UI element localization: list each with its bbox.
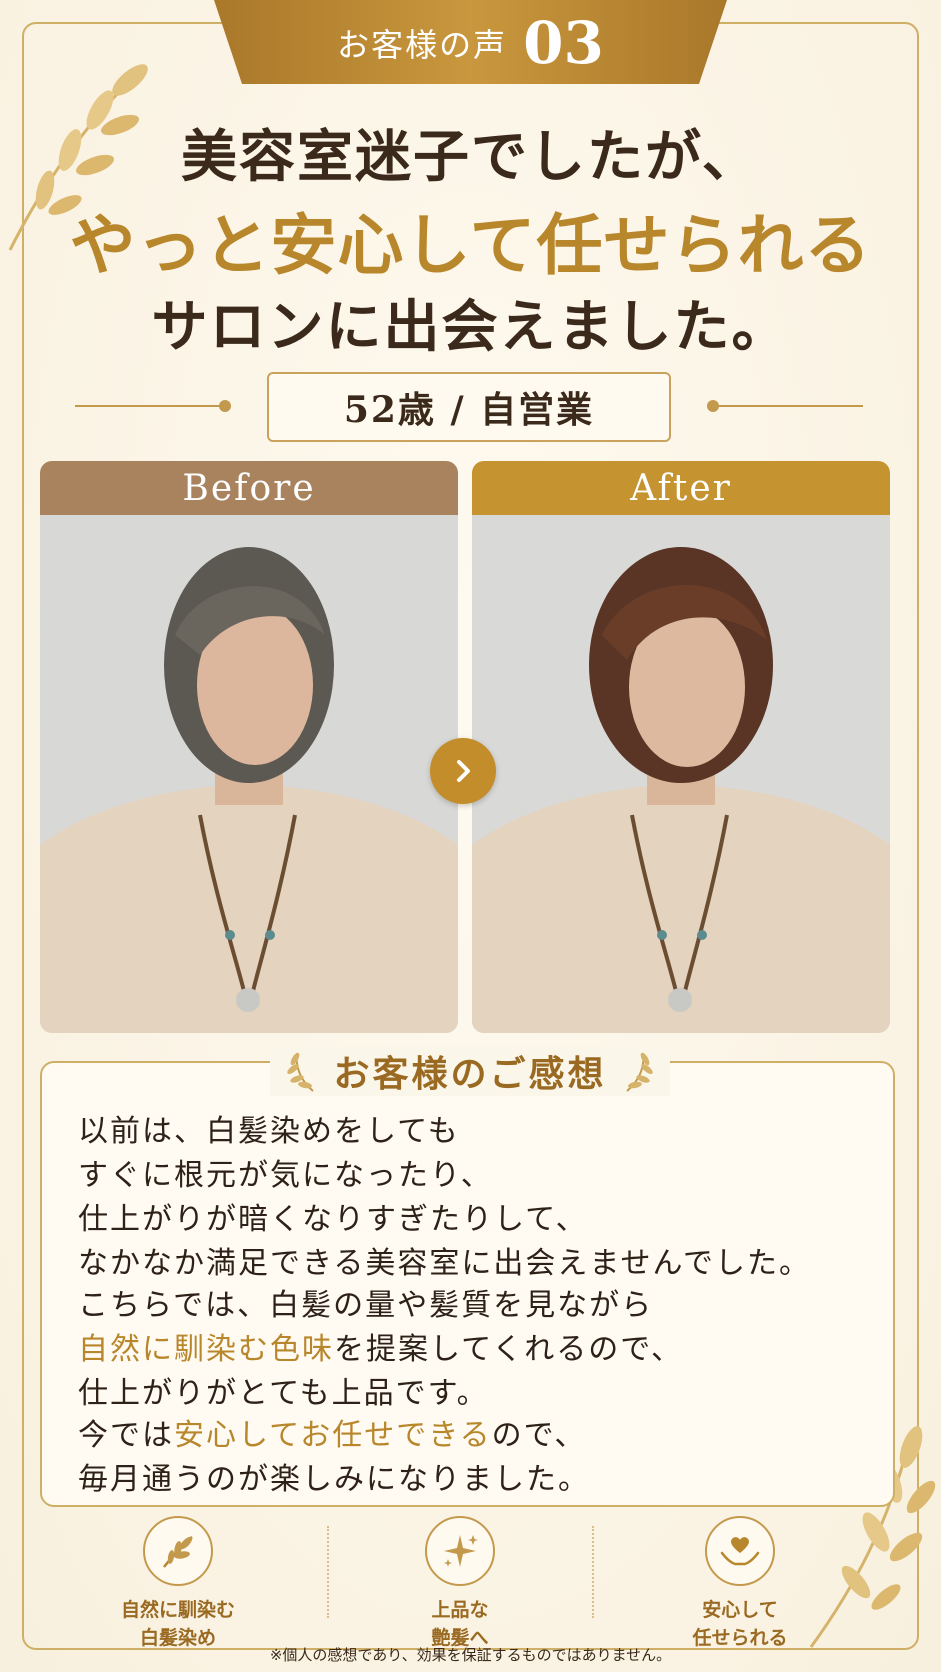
review-p2-line-3: 仕上がりがとても上品です。 <box>78 1376 489 1411</box>
review-paragraph-1: 以前は、白髪染めをしても すぐに根元が気になったり、 仕上がりが暗くなりすぎたり… <box>78 1110 878 1286</box>
divider-dot-left <box>219 400 231 412</box>
divider-line-left <box>75 405 225 407</box>
review-p2-line-1: こちらでは、白髪の量や髪質を見ながら <box>78 1288 654 1323</box>
feature-icon-circle <box>425 1516 495 1586</box>
review-p3-line-1-rest: ので、 <box>491 1418 587 1453</box>
before-photo-card: Before <box>40 461 458 1033</box>
review-p1-line: すぐに根元が気になったり、 <box>78 1158 493 1193</box>
after-photo <box>472 515 890 1033</box>
review-p1-line: 以前は、白髪染めをしても <box>78 1114 460 1149</box>
divider-line-right <box>713 405 863 407</box>
before-label: Before <box>40 461 458 515</box>
headline-line-1: 美容室迷子でしたが、 <box>181 124 760 190</box>
review-p1-line: 仕上がりが暗くなりすぎたりして、 <box>78 1202 588 1237</box>
after-label: After <box>472 461 890 515</box>
feature-trust: 安心して 任せられる <box>640 1516 840 1652</box>
after-photo-card: After <box>472 461 890 1033</box>
chevron-right-icon <box>457 760 470 782</box>
headline-line-2: やっと安心して任せられる <box>69 206 872 284</box>
review-p1-line: なかなか満足できる美容室に出会えませんでした。 <box>78 1246 811 1281</box>
testimonial-page: お客様の声 03 美容室迷子でしたが、 やっと安心して任せられる サロンに出会え… <box>0 0 941 1672</box>
feature-separator <box>592 1526 594 1618</box>
highlight-natural-color: 自然に馴染む色味 <box>78 1332 334 1367</box>
before-photo <box>40 515 458 1033</box>
laurel-right-icon <box>625 1052 653 1092</box>
heart-hands-icon <box>720 1537 760 1566</box>
feature-1-line-1: 自然に馴染む <box>120 1599 235 1621</box>
feature-icon-circle <box>143 1516 213 1586</box>
review-title: お客様のご感想 <box>333 1053 607 1095</box>
review-paragraph-2: こちらでは、白髪の量や髪質を見ながら 自然に馴染む色味を提案してくれるので、 仕… <box>78 1284 878 1416</box>
review-p3-line-1-pre: 今では <box>78 1418 174 1453</box>
feature-3-line-1: 安心して <box>702 1599 778 1621</box>
disclaimer: ※個人の感想であり、効果を保証するものではありません。 <box>269 1646 672 1664</box>
header-tab: お客様の声 03 <box>214 0 727 84</box>
profile-row: 52歳 / 自営業 <box>0 372 941 442</box>
next-arrow-button[interactable] <box>430 738 496 804</box>
headline-line-3: サロンに出会えました。 <box>151 294 790 360</box>
leaf-icon <box>163 1536 193 1568</box>
feature-2-line-1: 上品な <box>431 1599 489 1621</box>
review-p3-line-1: 今では安心してお任せできるので、 <box>78 1414 878 1458</box>
feature-icon-circle <box>705 1516 775 1586</box>
review-p2-line-2-rest: を提案してくれるので、 <box>334 1332 683 1367</box>
highlight-trust: 安心してお任せできる <box>174 1418 492 1453</box>
review-title-row: お客様のご感想 <box>270 1046 670 1096</box>
review-paragraph-3: 今では安心してお任せできるので、 毎月通うのが楽しみになりました。 <box>78 1414 878 1502</box>
feature-natural-gray-coverage: 自然に馴染む 白髪染め <box>78 1516 278 1652</box>
laurel-left-icon <box>287 1052 315 1092</box>
header-label: お客様の声 <box>337 26 508 64</box>
review-p2-line-2: 自然に馴染む色味を提案してくれるので、 <box>78 1328 878 1372</box>
header-number: 03 <box>523 9 604 77</box>
feature-elegant-shine: 上品な 艶髪へ <box>360 1516 560 1652</box>
feature-separator <box>327 1526 329 1618</box>
sparkle-icon <box>444 1535 478 1567</box>
customer-profile: 52歳 / 自営業 <box>267 372 671 442</box>
review-p3-line-2: 毎月通うのが楽しみになりました。 <box>78 1462 590 1497</box>
